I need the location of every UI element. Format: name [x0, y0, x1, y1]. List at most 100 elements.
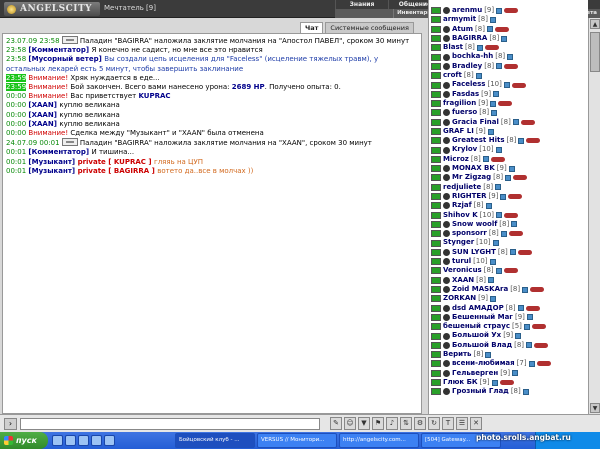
user-info-icon[interactable]: [492, 240, 499, 247]
user-info-icon[interactable]: [488, 277, 495, 284]
message-sender[interactable]: [XAAN]: [28, 111, 59, 119]
private-message-icon[interactable]: [431, 62, 441, 70]
user-info-icon[interactable]: [500, 230, 507, 237]
private-message-icon[interactable]: [431, 16, 441, 24]
private-message-icon[interactable]: [431, 388, 441, 396]
desktop-icon[interactable]: [65, 435, 76, 446]
user-list-item[interactable]: Гельверген [9]: [429, 369, 588, 378]
private-message-icon[interactable]: [431, 239, 441, 247]
user-info-icon[interactable]: [500, 193, 507, 200]
user-list-item[interactable]: armymit [8]: [429, 15, 588, 24]
private-message-icon[interactable]: [431, 304, 441, 312]
user-list-item[interactable]: Глюк БК [9]: [429, 378, 588, 387]
message-sender[interactable]: [Комментатор]: [28, 46, 91, 54]
user-info-icon[interactable]: [490, 295, 497, 302]
user-info-icon[interactable]: [509, 249, 516, 256]
user-info-icon[interactable]: [511, 221, 518, 228]
message-timestamp[interactable]: 00:00: [6, 129, 26, 137]
menu-item[interactable]: Знания: [335, 0, 388, 9]
private-message-icon[interactable]: [431, 109, 441, 117]
user-name[interactable]: Большой Ух: [452, 331, 501, 340]
user-name[interactable]: redjuliete: [443, 183, 481, 192]
private-message-icon[interactable]: [431, 248, 441, 256]
private-message-icon[interactable]: [431, 341, 441, 349]
user-name[interactable]: ZORKAN: [443, 294, 476, 303]
user-info-icon[interactable]: [482, 156, 489, 163]
user-info-icon[interactable]: [495, 267, 502, 274]
user-info-icon[interactable]: [490, 100, 497, 107]
refresh-icon[interactable]: ↻: [428, 417, 440, 430]
user-info-icon[interactable]: [503, 82, 510, 89]
user-name[interactable]: Грозный Глад: [452, 387, 509, 396]
user-list-item[interactable]: Большой Влад [8]: [429, 341, 588, 350]
media-icon[interactable]: [91, 435, 102, 446]
user-name[interactable]: Глюк БК: [443, 378, 478, 387]
private-message-icon[interactable]: [431, 286, 441, 294]
user-name[interactable]: Atum: [452, 25, 473, 34]
user-list-item[interactable]: Bradley [8]: [429, 62, 588, 71]
private-message-icon[interactable]: [431, 276, 441, 284]
user-info-icon[interactable]: [512, 119, 519, 126]
send-button[interactable]: ›: [4, 418, 17, 430]
user-list-item[interactable]: SUN LYGHT [8]: [429, 248, 588, 257]
user-list-item[interactable]: Blast [8]: [429, 43, 588, 52]
private-message-icon[interactable]: [431, 35, 441, 43]
user-name[interactable]: turul: [452, 257, 471, 266]
message-timestamp[interactable]: 23.07.09 23:58: [6, 37, 60, 45]
user-info-icon[interactable]: [496, 7, 503, 14]
user-info-icon[interactable]: [517, 305, 524, 312]
message-timestamp[interactable]: 00:00: [6, 101, 26, 109]
sound-icon[interactable]: ♪: [386, 417, 398, 430]
user-info-icon[interactable]: [496, 63, 503, 70]
message-timestamp[interactable]: 00:01: [6, 167, 26, 175]
private-message-icon[interactable]: [431, 25, 441, 33]
user-name[interactable]: Shihov K: [443, 211, 478, 220]
user-info-icon[interactable]: [476, 44, 483, 51]
user-list-item[interactable]: Shihov K [10]: [429, 211, 588, 220]
user-name[interactable]: SUN LYGHT: [452, 248, 496, 257]
message-sender[interactable]: [Музыкант]: [28, 158, 77, 166]
user-info-icon[interactable]: [493, 91, 500, 98]
user-info-icon[interactable]: [489, 258, 496, 265]
user-name[interactable]: Faceless: [452, 80, 485, 89]
user-name[interactable]: dsd АМАДОР: [452, 304, 504, 313]
private-message-icon[interactable]: [431, 211, 441, 219]
user-name[interactable]: Krylov: [452, 145, 477, 154]
private-message-icon[interactable]: [431, 72, 441, 80]
user-info-icon[interactable]: [490, 16, 496, 23]
user-list-item[interactable]: croft [8]: [429, 71, 588, 80]
message-sender[interactable]: 2689 HP: [232, 83, 265, 91]
private-message-icon[interactable]: [431, 100, 441, 108]
user-info-icon[interactable]: [491, 109, 498, 116]
user-name[interactable]: Blast: [443, 43, 463, 52]
folder-icon[interactable]: [104, 435, 115, 446]
message-timestamp[interactable]: 23:58: [6, 55, 26, 63]
user-info-icon[interactable]: [485, 351, 492, 358]
user-list-item[interactable]: sponsorr [8]: [429, 229, 588, 238]
user-name[interactable]: Snow woolf: [452, 220, 497, 229]
user-name[interactable]: croft: [443, 71, 462, 80]
private-message-icon[interactable]: [431, 146, 441, 154]
private-target[interactable]: private [ BAGIRRA ]: [78, 167, 158, 175]
user-info-icon[interactable]: [501, 35, 508, 42]
message-timestamp[interactable]: 00:01: [6, 148, 26, 156]
flag-icon[interactable]: ⚑: [372, 417, 384, 430]
private-message-icon[interactable]: [431, 230, 441, 238]
scroll-up-icon[interactable]: ▲: [590, 19, 600, 29]
message-sender[interactable]: [XAAN]: [28, 120, 59, 128]
user-list-item[interactable]: Atum [8]: [429, 25, 588, 34]
user-name[interactable]: fragilion: [443, 99, 476, 108]
user-list-item[interactable]: Верить [8]: [429, 350, 588, 359]
exit-icon[interactable]: ✕: [470, 417, 482, 430]
private-message-icon[interactable]: [431, 369, 441, 377]
tab-chat[interactable]: Чат: [300, 22, 324, 33]
user-name[interactable]: Бешенный Маг: [452, 313, 513, 322]
private-message-icon[interactable]: [431, 44, 441, 52]
user-name[interactable]: Верить: [443, 350, 471, 359]
user-list-item[interactable]: BAGIRRA [8]: [429, 34, 588, 43]
user-name[interactable]: GRAF LI: [443, 127, 474, 136]
user-name[interactable]: fuerso: [452, 108, 477, 117]
user-list-item[interactable]: Stynger [10]: [429, 238, 588, 247]
user-list-item[interactable]: RIGHTER [9]: [429, 192, 588, 201]
user-list-item[interactable]: бешеный страус [5]: [429, 322, 588, 331]
